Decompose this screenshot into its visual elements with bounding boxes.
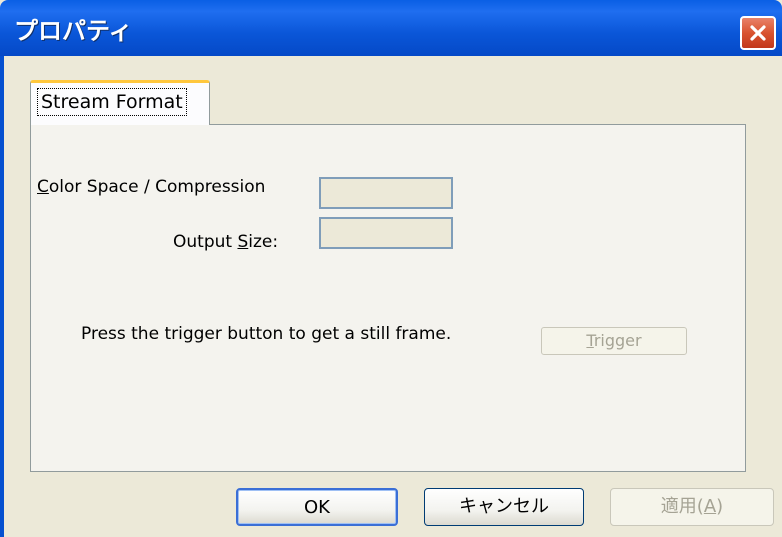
ok-button[interactable]: OK <box>236 488 398 526</box>
mnemonic: A <box>703 496 717 517</box>
label-text: ize: <box>248 232 279 252</box>
output-size-label: Output Size: <box>173 232 278 252</box>
tab-panel-stream-format: Color Space / Compression Output Size: P… <box>30 124 746 472</box>
close-icon <box>750 25 766 41</box>
label-text: 適用( <box>660 496 704 517</box>
mnemonic: T <box>586 331 594 350</box>
trigger-instruction: Press the trigger button to get a still … <box>81 324 452 344</box>
title-bar[interactable]: プロパティ <box>0 0 782 56</box>
tab-stream-format[interactable]: Stream Format <box>30 80 210 125</box>
trigger-button[interactable]: Trigger <box>541 327 687 355</box>
properties-dialog: プロパティ Stream Format Color Space / Compre… <box>0 0 782 537</box>
mnemonic: S <box>237 232 249 252</box>
window-title: プロパティ <box>14 17 133 45</box>
color-space-label: Color Space / Compression <box>37 177 265 197</box>
tab-label: Stream Format <box>37 88 187 116</box>
color-space-field[interactable] <box>319 177 453 209</box>
close-button[interactable] <box>740 16 776 50</box>
window-border <box>0 56 4 537</box>
output-size-field[interactable] <box>319 217 453 249</box>
label-text: rigger <box>593 331 642 350</box>
label-text: ) <box>716 496 724 517</box>
mnemonic: C <box>37 177 49 197</box>
label-text: Output <box>173 232 238 252</box>
apply-button[interactable]: 適用(A) <box>610 488 774 526</box>
label-text: olor Space / Compression <box>48 177 266 197</box>
cancel-button[interactable]: キャンセル <box>424 488 584 526</box>
